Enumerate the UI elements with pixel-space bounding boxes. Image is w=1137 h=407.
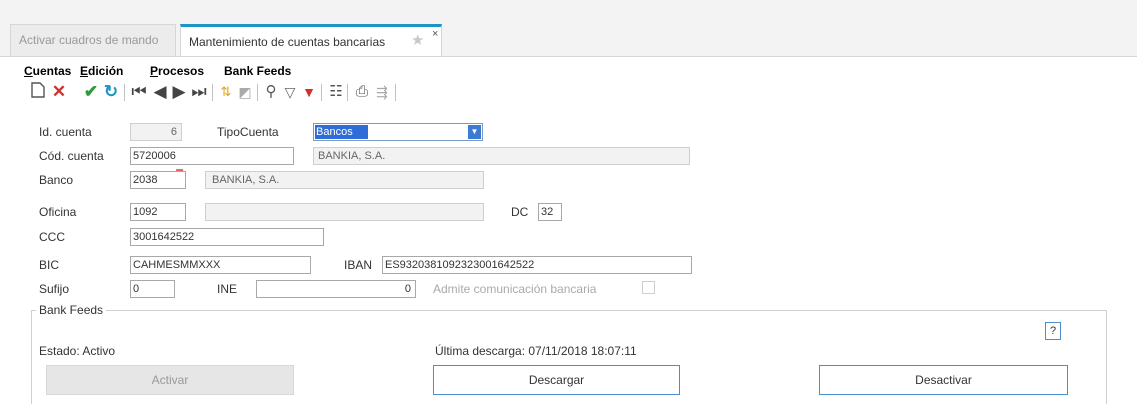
descargar-button[interactable]: Descargar <box>433 365 680 395</box>
menu-accel: C <box>24 64 33 78</box>
tipo-cuenta-value: Bancos <box>315 125 368 139</box>
cod-cuenta-label: Cód. cuenta <box>39 149 104 163</box>
sufijo-field[interactable]: 0 <box>130 280 175 298</box>
edit-filter-icon[interactable]: ◩ <box>236 82 254 102</box>
required-marker-icon: ▔ <box>176 170 183 180</box>
banco-description: BANKIA, S.A. <box>205 171 484 189</box>
favorite-star-icon[interactable]: ★ <box>411 26 424 56</box>
id-cuenta-field: 6 <box>130 123 182 141</box>
menu-label: Bank Feeds <box>224 64 292 78</box>
print-icon[interactable]: ⎙ <box>353 82 371 102</box>
toolbar-separator <box>321 84 322 101</box>
sufijo-label: Sufijo <box>39 282 70 296</box>
bank-feeds-title: Bank Feeds <box>36 303 107 317</box>
menu-cuentas[interactable]: Cuentas <box>24 64 71 80</box>
grid-view-icon[interactable]: ☷ <box>327 82 345 102</box>
iban-field[interactable]: ES9320381092323001642522 <box>382 256 692 274</box>
tab-label: Activar cuadros de mando <box>19 33 159 47</box>
help-button[interactable]: ? <box>1045 322 1061 340</box>
desactivar-button[interactable]: Desactivar <box>819 365 1068 395</box>
ccc-label: CCC <box>39 230 65 244</box>
search-icon[interactable]: ⚲ <box>262 82 280 102</box>
menu-bank-feeds[interactable]: Bank Feeds <box>224 64 291 80</box>
toolbar-separator <box>257 84 258 101</box>
menu-label: dición <box>88 64 124 78</box>
filter-icon[interactable]: ▽ <box>281 82 299 102</box>
tab-activar-cuadros[interactable]: Activar cuadros de mando <box>10 24 176 56</box>
ine-field[interactable]: 0 <box>256 280 416 298</box>
cod-cuenta-field[interactable]: 5720006 <box>130 147 294 165</box>
toolbar-separator <box>124 84 125 101</box>
activar-button[interactable]: Activar <box>46 365 294 395</box>
id-cuenta-label: Id. cuenta <box>39 125 92 139</box>
menu-accel: E <box>80 64 89 78</box>
export-icon[interactable]: ⇶ <box>373 82 391 102</box>
accept-icon[interactable]: ✔ <box>82 82 100 102</box>
delete-icon[interactable]: ✕ <box>50 82 68 102</box>
ccc-field[interactable]: 3001642522 <box>130 228 324 246</box>
toolbar-separator <box>395 84 396 101</box>
close-tab-icon[interactable]: × <box>432 19 438 49</box>
tab-label: Mantenimiento de cuentas bancarias <box>189 35 386 49</box>
first-record-icon[interactable]: ⏮ <box>130 82 148 102</box>
sort-icon[interactable]: ⇅ <box>217 82 235 102</box>
oficina-field[interactable]: 1092 <box>130 203 186 221</box>
next-record-icon[interactable]: ▶ <box>170 82 188 102</box>
banco-label: Banco <box>39 173 74 187</box>
new-icon[interactable] <box>29 82 47 102</box>
toolbar-separator <box>212 84 213 101</box>
tipo-cuenta-select[interactable]: Bancos ▼ <box>313 123 483 141</box>
admite-comunicacion-checkbox[interactable] <box>642 281 655 294</box>
estado-text: Estado: Activo <box>39 344 116 358</box>
chevron-down-icon[interactable]: ▼ <box>468 125 481 139</box>
iban-label: IBAN <box>344 258 373 272</box>
banco-field[interactable]: 2038 ▔ <box>130 171 186 189</box>
cod-cuenta-description: BANKIA, S.A. <box>313 147 690 165</box>
tab-mantenimiento-cuentas[interactable]: Mantenimiento de cuentas bancarias ★ × <box>180 24 442 56</box>
bic-label: BIC <box>39 258 60 272</box>
clear-filter-icon[interactable]: ▼ <box>300 82 318 102</box>
menu-accel: P <box>150 64 159 78</box>
ultima-descarga-text: Última descarga: 07/11/2018 18:07:11 <box>435 344 637 358</box>
menu-edicion[interactable]: Edición <box>80 64 123 80</box>
dc-label: DC <box>511 205 529 219</box>
previous-record-icon[interactable]: ◀ <box>151 82 169 102</box>
banco-value: 2038 <box>133 174 158 186</box>
ine-label: INE <box>217 282 238 296</box>
bic-field[interactable]: CAHMESMMXXX <box>130 256 311 274</box>
menu-label: rocesos <box>158 64 205 78</box>
oficina-description <box>205 203 484 221</box>
menu-procesos[interactable]: Procesos <box>150 64 204 80</box>
dc-field[interactable]: 32 <box>538 203 562 221</box>
menu-label: uentas <box>32 64 72 78</box>
tipo-cuenta-label: TipoCuenta <box>217 125 279 139</box>
oficina-label: Oficina <box>39 205 77 219</box>
last-record-icon[interactable]: ⏭ <box>190 82 208 102</box>
undo-icon[interactable]: ↻ <box>102 82 120 102</box>
admite-comunicacion-label: Admite comunicación bancaria <box>433 282 597 296</box>
toolbar-separator <box>347 84 348 101</box>
